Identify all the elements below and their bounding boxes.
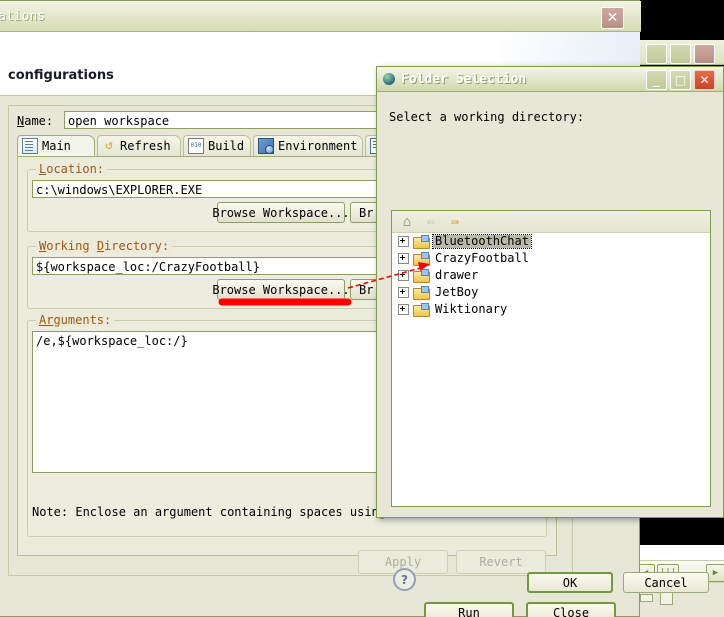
location-browse-workspace-label: Browse Workspace... bbox=[212, 205, 350, 220]
black-area bbox=[632, 0, 724, 40]
arguments-group-title: Arguments: bbox=[36, 313, 115, 327]
main-icon bbox=[22, 137, 38, 154]
tree-item-label: BluetoothChat bbox=[432, 234, 532, 249]
revert-button[interactable]: Revert bbox=[456, 550, 546, 574]
tab-main[interactable]: Main bbox=[17, 135, 95, 156]
tree-item-label: CrazyFootball bbox=[435, 251, 529, 265]
expand-icon[interactable] bbox=[398, 270, 409, 281]
working-directory-browse-filesystem-label: Br bbox=[359, 282, 374, 297]
expand-icon[interactable] bbox=[398, 304, 409, 315]
tree-item-label: JetBoy bbox=[435, 285, 479, 299]
run-label: Run bbox=[458, 605, 480, 617]
folder-tree[interactable]: ⌂ ⇚ ⇛ BluetoothChat CrazyFootball drawer… bbox=[391, 210, 711, 507]
cancel-button[interactable]: Cancel bbox=[623, 572, 709, 593]
main-window-title: figurations bbox=[0, 9, 46, 24]
location-group-title: Location: bbox=[36, 162, 108, 176]
maximize-icon: □ bbox=[674, 73, 687, 87]
tab-environment-label: Environment bbox=[278, 139, 358, 153]
maximize-view-icon[interactable] bbox=[660, 591, 673, 605]
globe-icon bbox=[383, 73, 395, 85]
folder-icon bbox=[413, 235, 430, 249]
dialog-minimize-button[interactable]: _ bbox=[646, 70, 667, 90]
tree-item-crazyfootball[interactable]: CrazyFootball bbox=[392, 250, 710, 267]
expand-icon[interactable] bbox=[398, 236, 409, 247]
folder-icon bbox=[413, 286, 430, 300]
back-arrow-icon[interactable]: ⇚ bbox=[422, 213, 440, 231]
tree-toolbar: ⌂ ⇚ ⇛ bbox=[392, 211, 710, 233]
screenshot-root: ◀ ||| ▶ figurations configurations s Nam… bbox=[0, 0, 724, 617]
minimize-view-icon[interactable] bbox=[640, 594, 653, 602]
tree-item-label: drawer bbox=[435, 268, 479, 282]
working-directory-browse-workspace-label: Browse Workspace... bbox=[212, 282, 350, 297]
revert-label: Revert bbox=[479, 555, 523, 569]
tab-main-label: Main bbox=[42, 138, 71, 153]
minimize-icon: _ bbox=[653, 73, 660, 87]
folder-icon bbox=[413, 252, 430, 266]
run-button[interactable]: Run bbox=[424, 602, 514, 617]
dialog-close-button[interactable]: ✕ bbox=[694, 70, 715, 90]
tree-item-jetboy[interactable]: JetBoy bbox=[392, 284, 710, 301]
environment-icon bbox=[258, 138, 274, 154]
expand-icon[interactable] bbox=[398, 287, 409, 298]
folder-icon bbox=[413, 269, 430, 283]
location-browse-filesystem-label: Br bbox=[359, 205, 374, 220]
tree-item-wiktionary[interactable]: Wiktionary bbox=[392, 301, 710, 318]
tree-item-list: BluetoothChat CrazyFootball drawer JetBo… bbox=[392, 233, 710, 318]
eclipse-maximize-button[interactable] bbox=[670, 44, 691, 64]
build-icon: 010 bbox=[188, 138, 204, 154]
dialog-maximize-button[interactable]: □ bbox=[670, 70, 691, 90]
dialog-prompt: Select a working directory: bbox=[389, 110, 585, 124]
forward-arrow-icon[interactable]: ⇛ bbox=[446, 213, 464, 231]
expand-icon[interactable] bbox=[398, 253, 409, 264]
close-icon: ✕ bbox=[699, 73, 710, 87]
tree-item-drawer[interactable]: drawer bbox=[392, 267, 710, 284]
eclipse-close-button[interactable] bbox=[694, 44, 715, 64]
tab-refresh[interactable]: ↺ Refresh bbox=[97, 135, 181, 156]
main-window-titlebar[interactable]: figurations bbox=[0, 1, 641, 32]
arguments-note: Note: Enclose an argument containing spa… bbox=[32, 505, 430, 519]
help-glyph: ? bbox=[401, 572, 408, 587]
help-icon[interactable]: ? bbox=[393, 568, 416, 591]
home-icon[interactable]: ⌂ bbox=[398, 213, 416, 231]
folder-icon bbox=[413, 303, 430, 317]
working-directory-browse-workspace-button[interactable]: Browse Workspace... bbox=[212, 279, 350, 300]
close-button[interactable]: Close bbox=[526, 602, 616, 617]
tab-build-label: Build bbox=[208, 139, 245, 153]
ok-button[interactable]: OK bbox=[527, 572, 613, 593]
apply-revert-area: Apply Revert bbox=[8, 546, 573, 576]
cancel-label: Cancel bbox=[644, 575, 688, 590]
tab-environment[interactable]: Environment bbox=[253, 135, 363, 156]
apply-label: Apply bbox=[384, 555, 422, 569]
tree-item-label: Wiktionary bbox=[435, 302, 508, 316]
refresh-icon: ↺ bbox=[105, 138, 113, 153]
working-directory-group-title: Working Directory: bbox=[36, 239, 173, 253]
main-window-close-button[interactable]: ✕ bbox=[601, 7, 624, 29]
location-browse-workspace-button[interactable]: Browse Workspace... bbox=[212, 202, 350, 223]
folder-selection-dialog: Folder Selection _ □ ✕ Select a working … bbox=[376, 66, 724, 593]
tab-build[interactable]: 010 Build bbox=[183, 135, 251, 156]
eclipse-minimize-button[interactable] bbox=[646, 44, 667, 64]
close-label: Close bbox=[552, 605, 590, 617]
dialog-title: Folder Selection bbox=[401, 72, 527, 87]
page-title: configurations bbox=[8, 68, 114, 83]
tree-item-bluetoothchat[interactable]: BluetoothChat bbox=[392, 233, 710, 250]
close-icon: ✕ bbox=[606, 10, 619, 26]
name-label: Name: bbox=[17, 114, 54, 128]
tab-refresh-label: Refresh bbox=[120, 139, 171, 153]
ok-label: OK bbox=[562, 575, 578, 590]
